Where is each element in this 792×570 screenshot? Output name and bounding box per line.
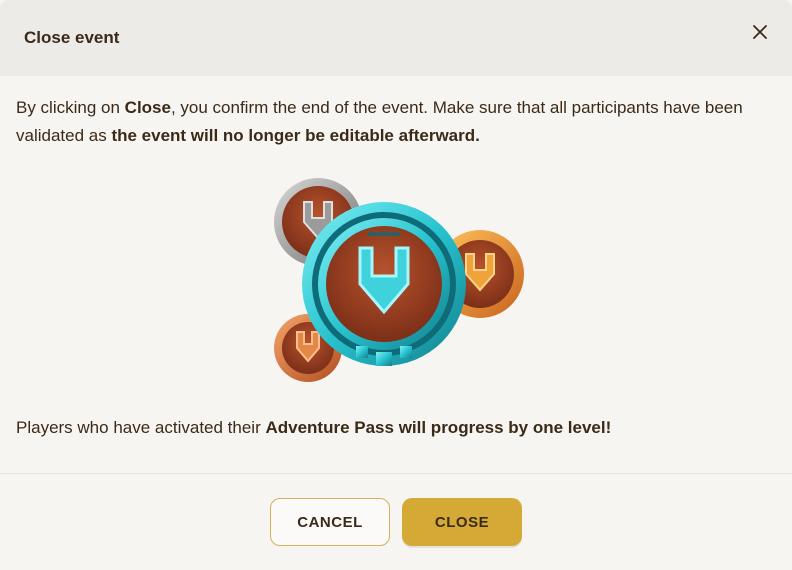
dialog-title: Close event xyxy=(24,28,120,47)
intro-text-part: By clicking on xyxy=(16,98,125,117)
adventure-pass-badges-icon xyxy=(264,176,534,386)
close-button[interactable]: CLOSE xyxy=(402,498,522,546)
intro-warning: the event will no longer be editable aft… xyxy=(111,126,480,145)
intro-text: By clicking on Close, you confirm the en… xyxy=(16,76,776,150)
outro-adventure-pass: Adventure Pass will progress by one leve… xyxy=(265,418,612,437)
dialog-footer: CANCEL CLOSE xyxy=(0,474,792,570)
cancel-button[interactable]: CANCEL xyxy=(270,498,390,546)
dialog-body: By clicking on Close, you confirm the en… xyxy=(0,76,792,150)
close-event-dialog: Close event By clicking on Close, you co… xyxy=(0,0,792,570)
outro-text: Players who have activated their Adventu… xyxy=(16,414,611,442)
close-icon[interactable] xyxy=(750,22,770,42)
intro-close-keyword: Close xyxy=(124,98,171,117)
dialog-header: Close event xyxy=(0,0,792,76)
outro-text-part: Players who have activated their xyxy=(16,418,266,437)
